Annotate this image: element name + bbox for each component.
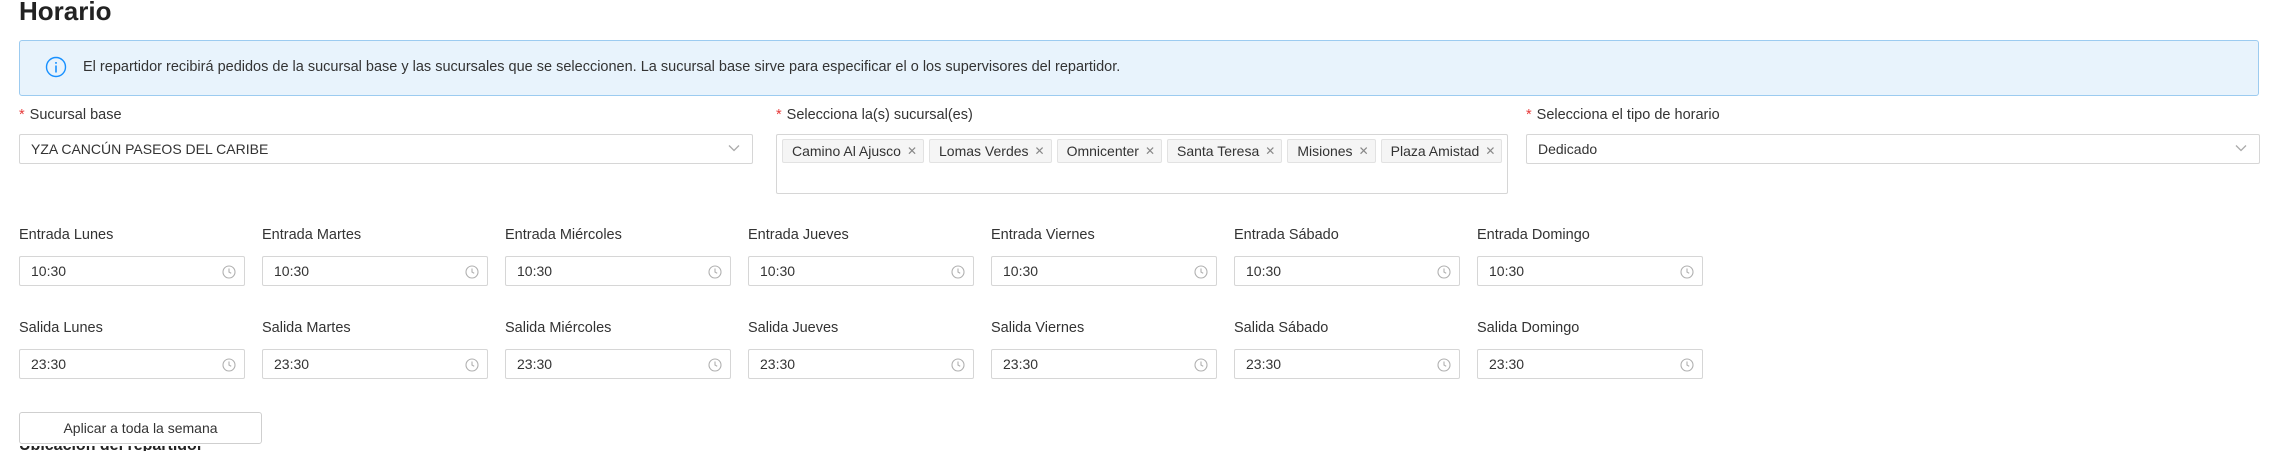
apply-all-week-button[interactable]: Aplicar a toda la semana bbox=[19, 412, 262, 444]
time-value: 23:30 bbox=[1246, 356, 1282, 372]
required-mark: * bbox=[19, 107, 25, 123]
exit-sunday-time-picker[interactable]: 23:30 bbox=[1477, 349, 1703, 379]
time-value: 10:30 bbox=[1003, 263, 1039, 279]
branches-label-text: Selecciona la(s) sucursal(es) bbox=[786, 107, 973, 123]
clock-icon bbox=[1680, 265, 1694, 279]
close-icon[interactable]: ✕ bbox=[1145, 140, 1155, 162]
clock-icon bbox=[708, 358, 722, 372]
clock-icon bbox=[465, 265, 479, 279]
clock-icon bbox=[222, 265, 236, 279]
branch-tag-label: Omnicenter bbox=[1066, 143, 1139, 159]
clock-icon bbox=[1680, 358, 1694, 372]
entry-sunday-time-picker[interactable]: 10:30 bbox=[1477, 256, 1703, 286]
branches-multiselect[interactable]: Camino Al Ajusco ✕ Lomas Verdes ✕ Omnicent… bbox=[776, 134, 1508, 194]
clock-icon bbox=[708, 265, 722, 279]
exit-friday-time-picker[interactable]: 23:30 bbox=[991, 349, 1217, 379]
base-branch-value: YZA CANCÚN PASEOS DEL CARIBE bbox=[31, 141, 269, 157]
info-alert: El repartidor recibirá pedidos de la suc… bbox=[19, 40, 2259, 96]
time-value: 10:30 bbox=[1246, 263, 1282, 279]
base-branch-select[interactable]: YZA CANCÚN PASEOS DEL CARIBE bbox=[19, 134, 753, 164]
clock-icon bbox=[951, 358, 965, 372]
clock-icon bbox=[222, 358, 236, 372]
entry-thursday-label: Entrada Jueves bbox=[748, 227, 849, 243]
required-mark: * bbox=[1526, 107, 1532, 123]
branch-tag: Santa Teresa ✕ bbox=[1167, 139, 1283, 163]
required-mark: * bbox=[776, 107, 782, 123]
schedule-type-select[interactable]: Dedicado bbox=[1526, 134, 2260, 164]
clock-icon bbox=[1194, 358, 1208, 372]
close-icon[interactable]: ✕ bbox=[1035, 140, 1045, 162]
clock-icon bbox=[1437, 265, 1451, 279]
branch-tag-label: Santa Teresa bbox=[1177, 143, 1260, 159]
exit-sunday-label: Salida Domingo bbox=[1477, 320, 1580, 336]
entry-saturday-label: Entrada Sábado bbox=[1234, 227, 1339, 243]
time-value: 23:30 bbox=[1489, 356, 1525, 372]
time-value: 10:30 bbox=[1489, 263, 1525, 279]
base-branch-label-text: Sucursal base bbox=[29, 107, 122, 123]
exit-saturday-time-picker[interactable]: 23:30 bbox=[1234, 349, 1460, 379]
schedule-type-label-text: Selecciona el tipo de horario bbox=[1536, 107, 1720, 123]
time-value: 10:30 bbox=[31, 263, 67, 279]
time-value: 23:30 bbox=[517, 356, 553, 372]
time-value: 10:30 bbox=[274, 263, 310, 279]
chevron-down-icon bbox=[728, 145, 740, 152]
branch-tag: Omnicenter ✕ bbox=[1056, 139, 1162, 163]
chevron-down-icon bbox=[2235, 145, 2247, 152]
entry-wednesday-label: Entrada Miércoles bbox=[505, 227, 622, 243]
branch-tag-label: Misiones bbox=[1297, 143, 1353, 159]
entry-saturday-time-picker[interactable]: 10:30 bbox=[1234, 256, 1460, 286]
clock-icon bbox=[1437, 358, 1451, 372]
branch-tag: Lomas Verdes ✕ bbox=[929, 139, 1052, 163]
entry-friday-time-picker[interactable]: 10:30 bbox=[991, 256, 1217, 286]
entry-tuesday-label: Entrada Martes bbox=[262, 227, 362, 243]
close-icon[interactable]: ✕ bbox=[1359, 140, 1369, 162]
entry-monday-time-picker[interactable]: 10:30 bbox=[19, 256, 245, 286]
exit-monday-label: Salida Lunes bbox=[19, 320, 103, 336]
exit-friday-label: Salida Viernes bbox=[991, 320, 1085, 336]
exit-thursday-label: Salida Jueves bbox=[748, 320, 839, 336]
time-value: 10:30 bbox=[517, 263, 553, 279]
branch-tag-label: Plaza Amistad bbox=[1390, 143, 1480, 159]
entry-friday-label: Entrada Viernes bbox=[991, 227, 1095, 243]
clock-icon bbox=[1194, 265, 1208, 279]
exit-tuesday-label: Salida Martes bbox=[262, 320, 351, 336]
close-icon[interactable]: ✕ bbox=[907, 140, 917, 162]
clock-icon bbox=[951, 265, 965, 279]
branch-tag: Misiones ✕ bbox=[1287, 139, 1376, 163]
exit-thursday-time-picker[interactable]: 23:30 bbox=[748, 349, 974, 379]
page-title: Horario bbox=[19, 0, 112, 26]
entry-monday-label: Entrada Lunes bbox=[19, 227, 114, 243]
next-section-title: Ubicación del repartidor bbox=[19, 446, 203, 451]
time-value: 10:30 bbox=[760, 263, 796, 279]
exit-tuesday-time-picker[interactable]: 23:30 bbox=[262, 349, 488, 379]
branches-label: * Selecciona la(s) sucursal(es) bbox=[776, 107, 973, 123]
schedule-type-label: * Selecciona el tipo de horario bbox=[1526, 107, 1720, 123]
schedule-type-value: Dedicado bbox=[1538, 141, 1598, 157]
entry-tuesday-time-picker[interactable]: 10:30 bbox=[262, 256, 488, 286]
exit-saturday-label: Salida Sábado bbox=[1234, 320, 1329, 336]
alert-message: El repartidor recibirá pedidos de la suc… bbox=[83, 59, 1121, 75]
branch-tag-label: Lomas Verdes bbox=[939, 143, 1029, 159]
time-value: 23:30 bbox=[1003, 356, 1039, 372]
entry-sunday-label: Entrada Domingo bbox=[1477, 227, 1590, 243]
entry-wednesday-time-picker[interactable]: 10:30 bbox=[505, 256, 731, 286]
exit-monday-time-picker[interactable]: 23:30 bbox=[19, 349, 245, 379]
close-icon[interactable]: ✕ bbox=[1485, 140, 1495, 162]
time-value: 23:30 bbox=[31, 356, 67, 372]
time-value: 23:30 bbox=[760, 356, 796, 372]
close-icon[interactable]: ✕ bbox=[1265, 140, 1275, 162]
base-branch-label: * Sucursal base bbox=[19, 107, 122, 123]
branch-tag-label: Camino Al Ajusco bbox=[792, 143, 901, 159]
exit-wednesday-label: Salida Miércoles bbox=[505, 320, 612, 336]
time-value: 23:30 bbox=[274, 356, 310, 372]
branch-tag: Camino Al Ajusco ✕ bbox=[782, 139, 925, 163]
info-icon bbox=[45, 56, 67, 78]
branch-tag: Plaza Amistad ✕ bbox=[1380, 139, 1503, 163]
exit-wednesday-time-picker[interactable]: 23:30 bbox=[505, 349, 731, 379]
clock-icon bbox=[465, 358, 479, 372]
entry-thursday-time-picker[interactable]: 10:30 bbox=[748, 256, 974, 286]
